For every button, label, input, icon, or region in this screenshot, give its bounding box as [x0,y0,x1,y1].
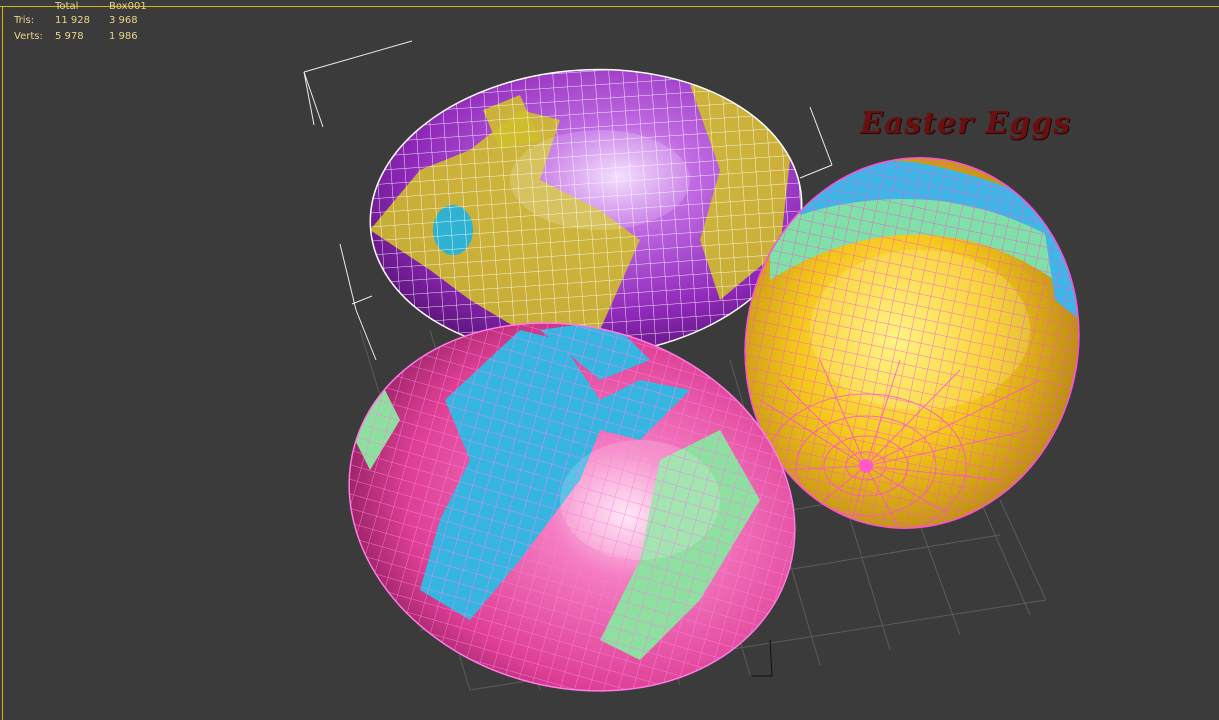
stats-verts-total: 5 978 [55,31,84,42]
scene-title: Easter Eggs [860,106,1072,141]
stats-tris-label: Tris: [14,15,35,26]
stats-verts-object: 1 986 [109,31,138,42]
stats-tris-object: 3 968 [109,15,138,26]
stats-tris-total: 11 928 [55,15,90,26]
3d-viewport[interactable]: Easter Eggs Total Box001 Tris: 11 928 3 … [0,0,1219,720]
viewport-border-top [0,6,1219,7]
stats-verts-label: Verts: [14,31,43,42]
viewport-border-left [2,6,3,720]
